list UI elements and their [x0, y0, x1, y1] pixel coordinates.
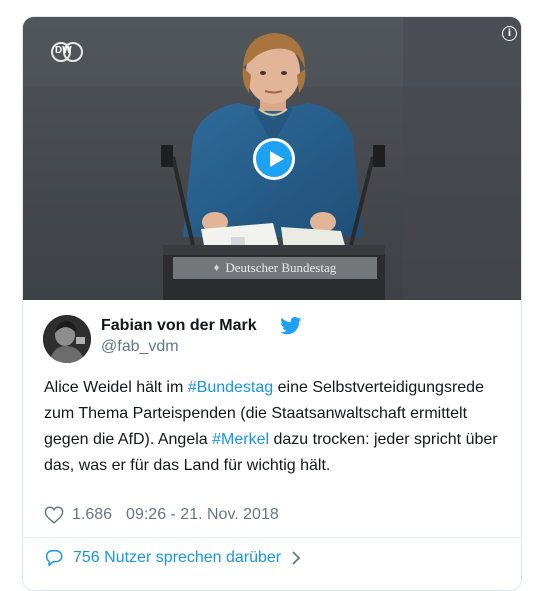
tweet-meta: 1.686 09:26 - 21. Nov. 2018 — [44, 506, 279, 524]
divider — [23, 537, 521, 538]
heart-icon[interactable] — [44, 506, 64, 524]
eagle-icon: ♦ — [213, 262, 220, 274]
twitter-bird-icon[interactable] — [280, 317, 302, 335]
lectern-sign: ♦ Deutscher Bundestag — [173, 257, 377, 279]
hashtag-link[interactable]: #Bundestag — [188, 379, 273, 396]
play-icon — [270, 151, 284, 167]
tweet-card: DW i ♦ Deutscher Bundestag Fabian von de… — [22, 16, 522, 591]
chevron-right-icon — [292, 551, 301, 565]
tweet-author[interactable]: Fabian von der Mark @fab_vdm — [43, 315, 503, 363]
author-handle[interactable]: @fab_vdm — [101, 338, 179, 356]
info-icon[interactable]: i — [502, 26, 517, 41]
speech-bubble-icon — [45, 549, 63, 567]
lectern-sign-text: Deutscher Bundestag — [225, 260, 337, 275]
tweet-text-part: Alice Weidel hält im — [44, 379, 188, 396]
video-player[interactable]: DW i ♦ Deutscher Bundestag — [23, 17, 521, 300]
like-count[interactable]: 1.686 — [72, 506, 112, 524]
dw-logo-text: DW — [55, 45, 72, 56]
avatar[interactable] — [43, 315, 91, 363]
conversation-link[interactable]: 756 Nutzer sprechen darüber — [44, 549, 301, 567]
play-button[interactable] — [253, 138, 295, 180]
tweet-timestamp[interactable]: 09:26 - 21. Nov. 2018 — [126, 506, 279, 524]
dw-logo: DW — [51, 41, 83, 63]
conversation-label[interactable]: 756 Nutzer sprechen darüber — [73, 549, 281, 567]
hashtag-link[interactable]: #Merkel — [212, 431, 269, 448]
tweet-text: Alice Weidel hält im #Bundestag eine Sel… — [44, 375, 514, 479]
avatar-image — [43, 315, 91, 363]
author-name[interactable]: Fabian von der Mark — [101, 317, 257, 335]
